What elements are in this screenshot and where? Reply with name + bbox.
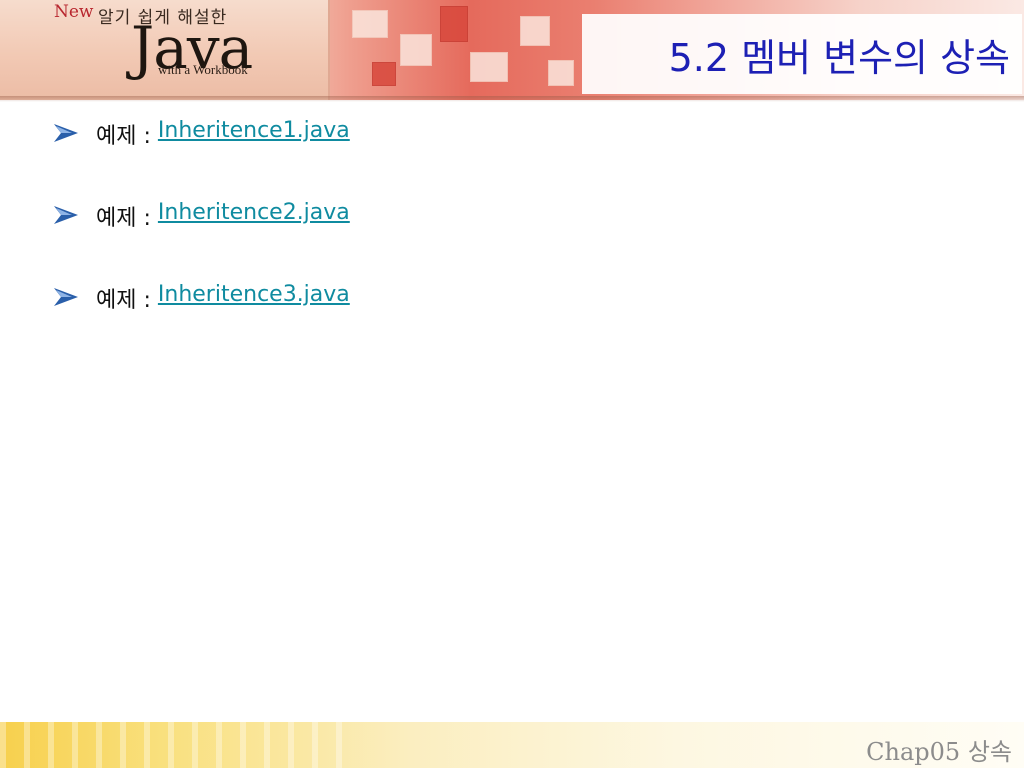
item-prefix: 예제 : <box>96 124 158 149</box>
title-box: 5.2 멤버 변수의 상속 <box>582 14 1022 94</box>
footer-bar: Chap05 상속 <box>0 722 1024 768</box>
decorative-cube <box>400 34 432 66</box>
file-link-inheritence3[interactable]: Inheritence3.java <box>158 282 350 307</box>
item-prefix: 예제 : <box>96 288 158 313</box>
decorative-cube <box>372 62 396 86</box>
list-item: 예제 : Inheritence3.java <box>54 282 350 364</box>
arrow-bullet-icon <box>54 288 78 306</box>
header-banner: New 알기 쉽게 해설한 Java with a Workbook 5.2 멤… <box>0 0 1024 100</box>
list-item: 예제 : Inheritence2.java <box>54 200 350 282</box>
logo-new-text: New <box>54 2 94 22</box>
arrow-bullet-icon <box>54 124 78 142</box>
book-logo: New 알기 쉽게 해설한 Java with a Workbook <box>0 0 330 100</box>
footer-stripes <box>0 722 360 768</box>
logo-subtitle: with a Workbook <box>158 62 248 77</box>
example-list: 예제 : Inheritence1.java 예제 : Inheritence2… <box>54 118 350 364</box>
file-link-inheritence2[interactable]: Inheritence2.java <box>158 200 350 225</box>
item-prefix: 예제 : <box>96 206 158 231</box>
file-link-inheritence1[interactable]: Inheritence1.java <box>158 118 350 143</box>
chapter-label: Chap05 상속 <box>866 738 1012 766</box>
list-item: 예제 : Inheritence1.java <box>54 118 350 200</box>
header-divider <box>0 96 1024 102</box>
decorative-cube <box>520 16 550 46</box>
decorative-cube <box>352 10 388 38</box>
decorative-cube <box>470 52 508 82</box>
arrow-bullet-icon <box>54 206 78 224</box>
page-title: 5.2 멤버 변수의 상속 <box>668 35 1010 80</box>
decorative-cube <box>548 60 574 86</box>
decorative-cube <box>440 6 468 42</box>
